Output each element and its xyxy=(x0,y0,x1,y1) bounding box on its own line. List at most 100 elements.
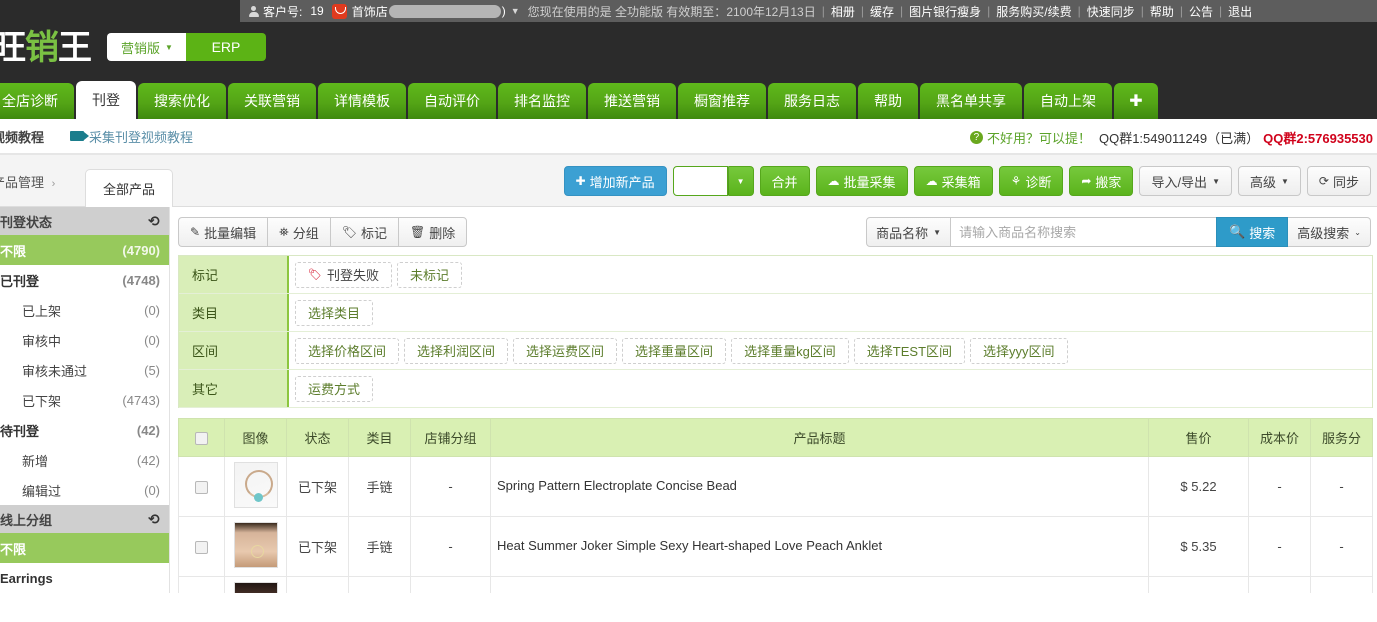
filter-chip[interactable]: 🏷 刊登失败 xyxy=(295,261,392,288)
tutorial-bar: 视频教程 采集刊登视频教程 ? 不好用？可以提！ QQ群1:549011249（… xyxy=(0,119,1377,155)
aliexpress-icon xyxy=(331,3,347,19)
chevron-down-icon: ⌄ xyxy=(1354,227,1361,237)
search-field-selector[interactable]: 商品名称 ▼ xyxy=(866,217,952,247)
content-area: 刊登状态 ⟳ 不限 (4790) 已刊登 (4748) 已上架 (0) 审核中 (0) 审核未通过 (… xyxy=(0,207,1377,593)
advanced-search-button[interactable]: 高级搜索 ⌄ xyxy=(1288,217,1371,247)
table-row: 已下架 手链 - Spring Pattern Electroplate Concis… xyxy=(178,456,1373,517)
topbar-link-announcement[interactable]: 公告 xyxy=(1189,3,1213,20)
delete-button[interactable]: 🗑 删除 xyxy=(397,217,468,247)
filter-row-chips: 运费方式 xyxy=(289,370,1372,407)
topbar-link-cache[interactable]: 缓存 xyxy=(870,3,894,20)
nav-tab-13[interactable]: 自动上架 xyxy=(1024,83,1112,119)
nav-tab-10[interactable]: 服务日志 xyxy=(768,83,856,119)
nav-tab-3[interactable]: 搜索优化 xyxy=(138,83,226,119)
nav-tab-7[interactable]: 排名监控 xyxy=(498,83,586,119)
add-product-button[interactable]: ✚ 增加新产品 xyxy=(563,166,667,196)
topbar-link-quick-sync[interactable]: 快速同步 xyxy=(1087,3,1135,20)
nav-tab-4[interactable]: 关联营销 xyxy=(228,83,316,119)
mark-button[interactable]: 🏷 标记 xyxy=(329,217,398,247)
sidebar-item-label: 新增 xyxy=(22,453,49,469)
search-button[interactable]: 🔍 搜索 xyxy=(1216,217,1289,247)
sidebar-item-0-5[interactable]: 已下架 (4743) xyxy=(0,385,169,415)
sidebar-item-0-6[interactable]: 待刊登 (42) xyxy=(0,415,169,445)
product-thumbnail[interactable] xyxy=(233,522,278,568)
search-input[interactable] xyxy=(951,217,1217,247)
filter-chip[interactable]: 选择价格区间 xyxy=(295,337,400,364)
nav-tab-2[interactable]: 刊登 xyxy=(76,81,136,119)
product-thumbnail[interactable] xyxy=(233,582,278,593)
filter-chip[interactable]: 选择运费区间 xyxy=(513,337,618,364)
erp-button[interactable]: ERP xyxy=(186,33,266,61)
logo-char-1: 旺 xyxy=(0,28,26,68)
version-label: 营销版 xyxy=(121,40,161,56)
filter-chip[interactable]: 未标记 xyxy=(396,261,462,288)
select-all-checkbox[interactable] xyxy=(195,432,208,446)
filter-chip[interactable]: 选择重量区间 xyxy=(622,337,727,364)
sidebar-item-0-0[interactable]: 不限 (4790) xyxy=(0,235,169,265)
sidebar-item-1-1[interactable]: Earrings xyxy=(0,563,169,593)
nav-tab-11[interactable]: 帮助 xyxy=(858,83,918,119)
nav-tab-1[interactable]: 全店诊断 xyxy=(0,83,74,119)
user-icon xyxy=(248,5,259,17)
publish-button-dropdown[interactable]: ▼ xyxy=(727,166,754,196)
filter-chip-label: 刊登失败 xyxy=(326,268,379,283)
filter-chip-label: 选择yyy区间 xyxy=(983,344,1055,359)
collect-box-button[interactable]: ☁ 采集箱 xyxy=(913,166,993,196)
filter-chip[interactable]: 选择利润区间 xyxy=(404,337,509,364)
group-button[interactable]: ⛯ 分组 xyxy=(267,217,330,247)
batch-collect-button-icon: ☁ xyxy=(827,174,840,188)
topbar-link-album[interactable]: 相册 xyxy=(831,3,855,20)
topbar-link-purchase[interactable]: 服务购买/续费 xyxy=(996,3,1071,20)
row-checkbox[interactable] xyxy=(195,481,208,495)
video-tutorial-link[interactable]: 视频教程 xyxy=(0,127,44,146)
sync-button[interactable]: ⟳ 同步 xyxy=(1306,166,1371,196)
refresh-icon[interactable]: ⟳ xyxy=(148,213,160,230)
filter-chip[interactable]: 选择类目 xyxy=(295,299,374,326)
table-col-header-label: 产品标题 xyxy=(793,431,846,446)
tab-all-products[interactable]: 全部产品 xyxy=(85,169,174,207)
shop-switch-caret-icon[interactable]: ▼ xyxy=(511,6,520,16)
sidebar-item-0-7[interactable]: 新增 (42) xyxy=(0,445,169,475)
nav-tab-6[interactable]: 自动评价 xyxy=(408,83,496,119)
import-export-button[interactable]: 导入/导出 ▼ xyxy=(1139,166,1232,196)
diagnose-button[interactable]: ⚘ 诊断 xyxy=(998,166,1064,196)
collect-publish-tutorial-link[interactable]: 采集刊登视频教程 xyxy=(89,127,193,146)
sidebar-section-title: 刊登状态 xyxy=(0,214,53,230)
topbar-link-image-bank[interactable]: 图片银行瘦身 xyxy=(909,3,981,20)
nav-tab-12[interactable]: 黑名单共享 xyxy=(920,83,1022,119)
cloud-icon: ☁ xyxy=(681,179,693,192)
sidebar-item-0-4[interactable]: 审核未通过 (5) xyxy=(0,355,169,385)
advanced-button[interactable]: 高级 ▼ xyxy=(1237,166,1301,196)
feedback-text[interactable]: 不好用？可以提！ xyxy=(987,128,1091,147)
sidebar-item-0-1[interactable]: 已刊登 (4748) xyxy=(0,265,169,295)
breadcrumb-root[interactable]: 产品管理 xyxy=(0,175,44,190)
filter-chip[interactable]: 选择重量kg区间 xyxy=(731,337,849,364)
sidebar-item-count: (4748) xyxy=(122,272,160,288)
publish-button[interactable]: ☁ 刊登 xyxy=(672,166,728,196)
sidebar-item-0-8[interactable]: 编辑过 (0) xyxy=(0,475,169,505)
filter-chip[interactable]: 选择yyy区间 xyxy=(970,337,1068,364)
batch-collect-button[interactable]: ☁ 批量采集 xyxy=(815,166,908,196)
add-tab-button[interactable]: ✚ xyxy=(1114,83,1158,119)
nav-tab-5[interactable]: 详情模板 xyxy=(318,83,406,119)
row-checkbox[interactable] xyxy=(195,541,208,555)
row-image-cell xyxy=(224,456,287,517)
version-selector[interactable]: 营销版 ▼ xyxy=(107,33,187,61)
migrate-button[interactable]: ➦ 搬家 xyxy=(1069,166,1134,196)
batch-edit-button[interactable]: ✎ 批量编辑 xyxy=(178,217,268,247)
nav-tab-8[interactable]: 推送营销 xyxy=(588,83,676,119)
shop-name: 首饰店 xyxy=(351,4,388,19)
row-service-score-text: - xyxy=(1339,479,1344,494)
sidebar-item-count: (4790) xyxy=(122,242,160,258)
nav-tab-9[interactable]: 橱窗推荐 xyxy=(678,83,766,119)
merge-button[interactable]: 合并 xyxy=(759,166,810,196)
sidebar-item-0-2[interactable]: 已上架 (0) xyxy=(0,295,169,325)
refresh-icon[interactable]: ⟳ xyxy=(148,511,160,528)
filter-chip[interactable]: 运费方式 xyxy=(295,375,374,402)
product-thumbnail[interactable] xyxy=(233,462,278,508)
sidebar-item-1-0[interactable]: 不限 xyxy=(0,533,169,563)
topbar-link-help[interactable]: 帮助 xyxy=(1150,3,1174,20)
topbar-link-logout[interactable]: 退出 xyxy=(1228,3,1252,20)
filter-chip[interactable]: 选择TEST区间 xyxy=(853,337,966,364)
sidebar-item-0-3[interactable]: 审核中 (0) xyxy=(0,325,169,355)
